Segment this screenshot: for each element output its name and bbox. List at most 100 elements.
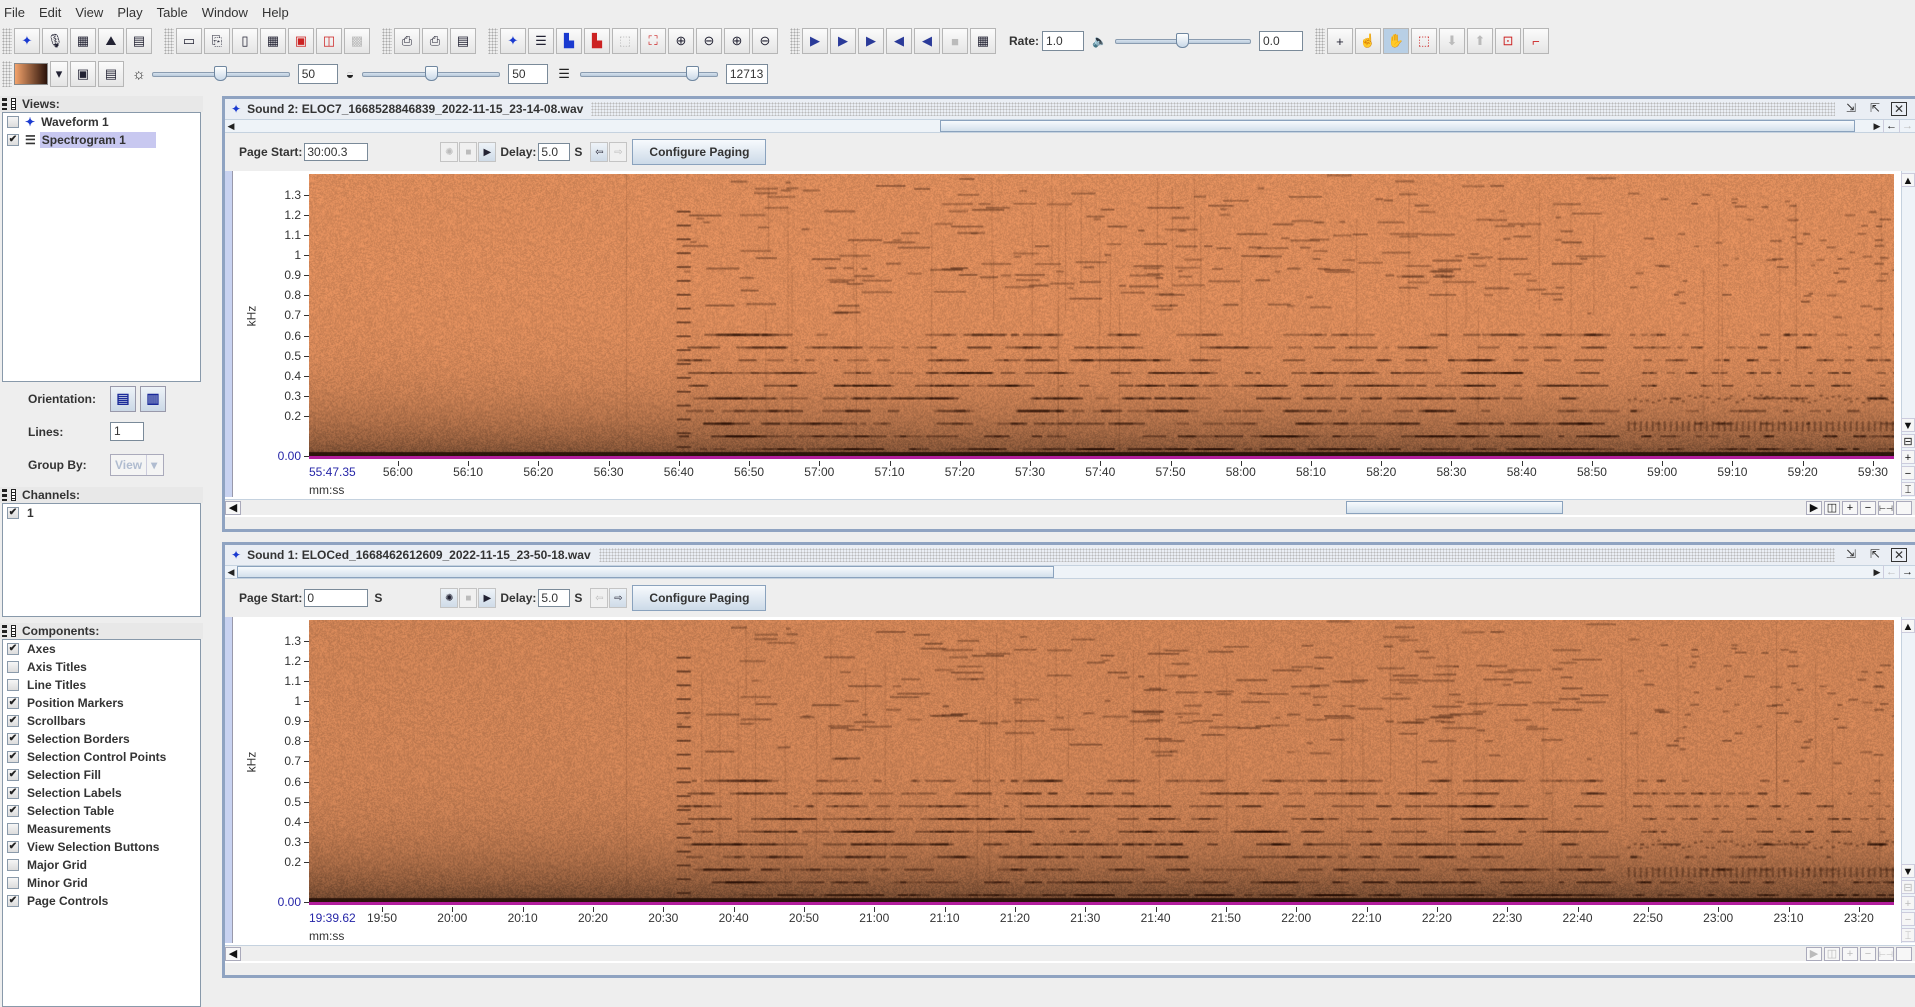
component-item[interactable]: ✔ Selection Fill bbox=[3, 766, 200, 784]
print-preview-button[interactable]: ⎙ bbox=[422, 28, 448, 54]
time-zoom-select-icon[interactable]: ◫ bbox=[1824, 947, 1840, 961]
zoom-in-y-button[interactable]: ⊕ bbox=[724, 28, 750, 54]
overview-scroll-thumb[interactable] bbox=[939, 120, 1855, 132]
checkbox[interactable]: ✔ bbox=[7, 507, 19, 519]
selection-corner-button[interactable]: ⌐ bbox=[1522, 28, 1549, 54]
component-item[interactable]: ✔ Selection Table bbox=[3, 802, 200, 820]
view-item[interactable]: ✦ Waveform 1 bbox=[3, 113, 200, 131]
smoothing-icon[interactable]: ▤ bbox=[98, 61, 124, 87]
toolbar-grip[interactable] bbox=[2, 61, 12, 87]
component-item[interactable]: Axis Titles bbox=[3, 658, 200, 676]
play-button[interactable]: ▶ bbox=[802, 28, 828, 54]
stop-paging-icon[interactable]: ■ bbox=[459, 588, 478, 608]
time-zoom-in-icon[interactable]: + bbox=[1842, 501, 1858, 515]
save-as-button[interactable]: ⎘ bbox=[204, 28, 230, 54]
frequency-zoom-in-icon[interactable]: + bbox=[1901, 896, 1915, 910]
checkbox[interactable]: ✔ bbox=[7, 715, 19, 727]
zoom-fit-button[interactable]: ⛶ bbox=[640, 28, 666, 54]
component-item[interactable]: ✔ Selection Borders bbox=[3, 730, 200, 748]
frequency-zoom-full-icon[interactable]: ⌶ bbox=[1901, 482, 1915, 496]
open-table-button[interactable]: ▤ bbox=[126, 28, 152, 54]
sound-window-titlebar[interactable]: ✦ Sound 1: ELOCed_1668462612609_2022-11-1… bbox=[225, 545, 1915, 565]
volume-slider[interactable] bbox=[1114, 31, 1251, 51]
vertical-orientation-button[interactable]: ▥ bbox=[140, 385, 166, 412]
checkbox[interactable] bbox=[7, 823, 19, 835]
scroll-right-icon[interactable]: ▶ bbox=[1871, 567, 1883, 578]
arrow-down-button[interactable]: ⬇ bbox=[1438, 28, 1465, 54]
play-page-icon[interactable]: ▶ bbox=[478, 142, 497, 162]
save-selection-button[interactable]: ▯ bbox=[232, 28, 258, 54]
grayscale-icon[interactable]: ▣ bbox=[70, 61, 96, 87]
brightness-field[interactable]: 50 bbox=[297, 64, 338, 84]
waveform-view-button[interactable]: ✦ bbox=[500, 28, 526, 54]
overview-scrollbar[interactable]: ◀ ▶ ← → bbox=[225, 565, 1915, 579]
component-item[interactable]: ✔ Axes bbox=[3, 640, 200, 658]
checkbox[interactable]: ✔ bbox=[7, 751, 19, 763]
menu-table[interactable]: Table bbox=[157, 5, 188, 20]
toolbar-grip[interactable] bbox=[382, 28, 392, 54]
time-scrollbar[interactable]: ◀ ▶ ◫ + − ⊢⊣ bbox=[225, 499, 1915, 515]
disabled-save-button[interactable]: ▩ bbox=[344, 28, 370, 54]
stop-paging-icon[interactable]: ■ bbox=[459, 142, 478, 162]
history-back-icon[interactable]: ← bbox=[1883, 565, 1899, 579]
close-icon[interactable]: ✕ bbox=[1891, 102, 1907, 116]
time-zoom-out-icon[interactable]: − bbox=[1860, 501, 1876, 515]
save-button[interactable]: ▭ bbox=[176, 28, 202, 54]
corner-icon[interactable] bbox=[1896, 501, 1912, 515]
time-zoom-in-icon[interactable]: + bbox=[1842, 947, 1858, 961]
checkbox[interactable] bbox=[7, 877, 19, 889]
history-forward-icon[interactable]: → bbox=[1899, 119, 1915, 133]
scroll-left-icon[interactable]: ◀ bbox=[225, 121, 237, 132]
new-sound-button[interactable]: ✦ bbox=[14, 28, 40, 54]
frequency-zoom-out-icon[interactable]: − bbox=[1901, 912, 1915, 926]
pointer-hand-button[interactable]: ☝ bbox=[1354, 28, 1381, 54]
print-button[interactable]: ⎙ bbox=[394, 28, 420, 54]
frequency-zoom-out-icon[interactable]: − bbox=[1901, 466, 1915, 480]
configure-paging-button[interactable]: Configure Paging bbox=[632, 585, 767, 611]
frequency-zoom-select-icon[interactable]: ⊟ bbox=[1901, 880, 1915, 894]
next-page-icon[interactable]: ⇨ bbox=[609, 588, 628, 608]
lines-field[interactable]: 1 bbox=[110, 422, 144, 441]
toolbar-grip[interactable] bbox=[2, 28, 12, 54]
time-scroll-thumb[interactable] bbox=[1346, 501, 1564, 514]
auto-page-icon[interactable]: ✺ bbox=[440, 588, 459, 608]
component-item[interactable]: ✔ Page Controls bbox=[3, 892, 200, 910]
play-filtered-button[interactable]: ▦ bbox=[970, 28, 996, 54]
arrow-up-button[interactable]: ⬆ bbox=[1466, 28, 1493, 54]
open-button[interactable]: ⛰ bbox=[98, 28, 124, 54]
zoom-in-button[interactable]: ⊕ bbox=[668, 28, 694, 54]
delay-field[interactable]: 5.0 bbox=[538, 143, 571, 161]
checkbox[interactable]: ✔ bbox=[7, 134, 19, 146]
history-back-icon[interactable]: ← bbox=[1883, 119, 1899, 133]
frequency-zoom-in-icon[interactable]: + bbox=[1901, 450, 1915, 464]
minimize-icon[interactable]: ⇲ bbox=[1843, 548, 1859, 562]
zoom-out-button[interactable]: ⊖ bbox=[696, 28, 722, 54]
selection-box-button[interactable]: ⬚ bbox=[1410, 28, 1437, 54]
spectrogram-image[interactable] bbox=[309, 620, 1894, 905]
menu-view[interactable]: View bbox=[75, 5, 103, 20]
maximize-icon[interactable]: ⇱ bbox=[1867, 102, 1883, 116]
frequency-zoom-full-icon[interactable]: ⌶ bbox=[1901, 928, 1915, 942]
contrast-slider[interactable] bbox=[362, 64, 501, 84]
rate-field[interactable]: 1.0 bbox=[1042, 31, 1085, 51]
record-button[interactable]: 🎙 bbox=[42, 28, 68, 54]
toolbar-grip[interactable] bbox=[164, 28, 174, 54]
overview-scrollbar[interactable]: ◀ ▶ ← → bbox=[225, 119, 1915, 133]
toolbar-grip[interactable] bbox=[1314, 28, 1325, 54]
minimize-icon[interactable]: ⇲ bbox=[1843, 102, 1859, 116]
checkbox[interactable]: ✔ bbox=[7, 697, 19, 709]
horizontal-orientation-button[interactable]: ▤ bbox=[110, 385, 136, 412]
time-zoom-select-icon[interactable]: ◫ bbox=[1824, 501, 1840, 515]
time-scrollbar[interactable]: ◀ ▶ ◫ + − ⊢⊣ bbox=[225, 945, 1915, 961]
component-item[interactable]: ✔ Selection Labels bbox=[3, 784, 200, 802]
checkbox[interactable]: ✔ bbox=[7, 643, 19, 655]
spectrogram-image[interactable] bbox=[309, 174, 1894, 459]
history-forward-icon[interactable]: → bbox=[1899, 565, 1915, 579]
scroll-up-icon[interactable]: ▲ bbox=[1901, 619, 1915, 633]
group-by-select[interactable]: View ▾ bbox=[110, 453, 164, 476]
volume-slider-thumb[interactable] bbox=[1176, 33, 1190, 48]
previous-page-icon[interactable]: ⇦ bbox=[590, 588, 609, 608]
spectrum-red-button[interactable]: ▙ bbox=[584, 28, 610, 54]
next-page-icon[interactable]: ⇨ bbox=[609, 142, 628, 162]
pan-hand-button[interactable]: ✋ bbox=[1382, 28, 1409, 54]
